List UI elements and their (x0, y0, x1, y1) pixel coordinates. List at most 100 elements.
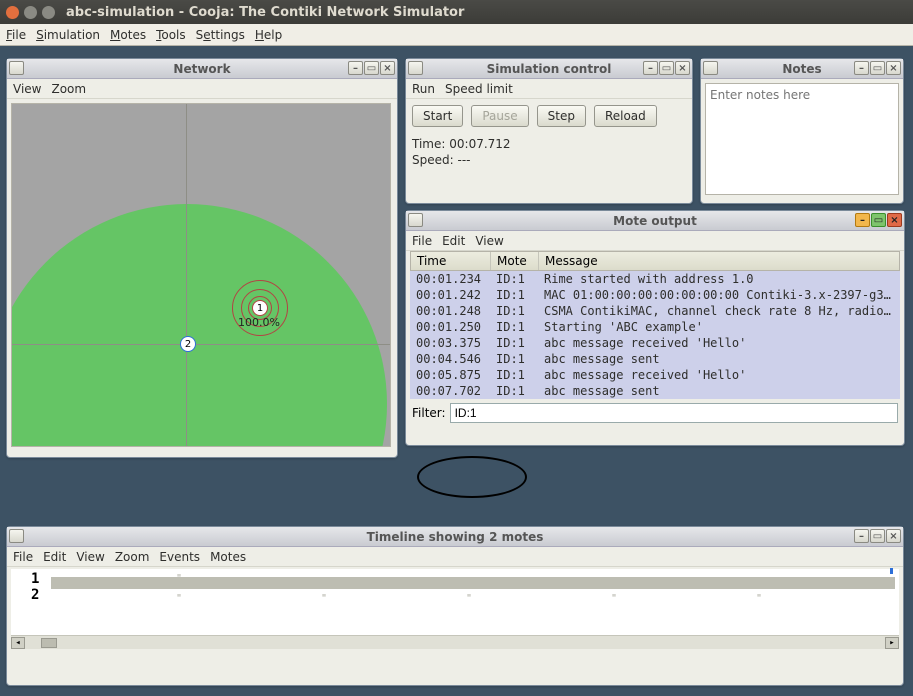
moteoutput-panel: Mote output – ▭ × File Edit View Time Mo… (405, 210, 905, 446)
menu-help[interactable]: Help (255, 28, 282, 42)
close-icon[interactable]: × (675, 61, 690, 75)
timeline-canvas[interactable]: 1 2 " " " " " " ◂ ▸ (11, 569, 899, 649)
speed-label: Speed: (412, 153, 454, 167)
close-icon[interactable]: × (886, 61, 901, 75)
menu-edit[interactable]: Edit (442, 234, 465, 248)
menu-run[interactable]: Run (412, 82, 435, 96)
menu-edit[interactable]: Edit (43, 550, 66, 564)
maximize-icon[interactable]: ▭ (871, 213, 886, 227)
link-quality-label: 100.0% (238, 316, 280, 329)
mote-2[interactable]: 2 (180, 336, 196, 352)
menu-motes[interactable]: Motes (110, 28, 146, 42)
filter-label: Filter: (412, 406, 446, 420)
minimize-icon[interactable]: – (643, 61, 658, 75)
menu-file[interactable]: File (412, 234, 432, 248)
menu-tools[interactable]: Tools (156, 28, 186, 42)
log-time: 00:01.234 (416, 271, 496, 287)
log-row[interactable]: 00:01.242ID:1MAC 01:00:00:00:00:00:00:00… (410, 287, 900, 303)
start-button[interactable]: Start (412, 105, 463, 127)
log-time: 00:01.248 (416, 303, 496, 319)
log-message: abc message received 'Hello' (544, 335, 894, 351)
log-row[interactable]: 00:07.702ID:1abc message sent (410, 383, 900, 399)
col-message[interactable]: Message (539, 252, 899, 270)
minimize-icon[interactable]: – (854, 61, 869, 75)
maximize-icon[interactable]: ▭ (659, 61, 674, 75)
log-time: 00:03.375 (416, 335, 496, 351)
timeline-panel: Timeline showing 2 motes – ▭ × File Edit… (6, 526, 904, 686)
log-mote: ID:1 (496, 271, 544, 287)
col-time[interactable]: Time (411, 252, 491, 270)
tick-icon: " (321, 593, 327, 604)
moteoutput-header: Time Mote Message (410, 251, 900, 271)
log-row[interactable]: 00:03.375ID:1abc message received 'Hello… (410, 335, 900, 351)
menu-motes[interactable]: Motes (210, 550, 246, 564)
maximize-icon[interactable] (42, 6, 55, 19)
log-row[interactable]: 00:01.248ID:1CSMA ContikiMAC, channel ch… (410, 303, 900, 319)
tick-icon: " (466, 593, 472, 604)
menu-view[interactable]: View (13, 82, 41, 96)
time-value: 00:07.712 (449, 137, 510, 151)
timeline-menubar: File Edit View Zoom Events Motes (7, 547, 903, 567)
log-row[interactable]: 00:01.234ID:1Rime started with address 1… (410, 271, 900, 287)
system-menu-icon[interactable] (703, 61, 718, 75)
moteoutput-menubar: File Edit View (406, 231, 904, 251)
close-icon[interactable]: × (887, 213, 902, 227)
log-message: MAC 01:00:00:00:00:00:00:00 Contiki-3.x-… (544, 287, 894, 303)
log-row[interactable]: 00:04.546ID:1abc message sent (410, 351, 900, 367)
scroll-right-icon[interactable]: ▸ (885, 637, 899, 649)
axis-horizontal (12, 344, 390, 345)
speed-value: --- (458, 153, 471, 167)
reload-button[interactable]: Reload (594, 105, 657, 127)
col-mote[interactable]: Mote (491, 252, 539, 270)
menu-speedlimit[interactable]: Speed limit (445, 82, 513, 96)
menu-file[interactable]: File (13, 550, 33, 564)
log-message: abc message sent (544, 351, 894, 367)
notes-textarea[interactable] (705, 83, 899, 195)
simcontrol-menubar: Run Speed limit (406, 79, 692, 99)
log-time: 00:01.242 (416, 287, 496, 303)
log-time: 00:05.875 (416, 367, 496, 383)
scroll-left-icon[interactable]: ◂ (11, 637, 25, 649)
maximize-icon[interactable]: ▭ (870, 529, 885, 543)
log-row[interactable]: 00:05.875ID:1abc message received 'Hello… (410, 367, 900, 383)
minimize-icon[interactable]: – (348, 61, 363, 75)
minimize-icon[interactable]: – (855, 213, 870, 227)
step-button[interactable]: Step (537, 105, 586, 127)
network-canvas[interactable]: 1 2 100.0% (11, 103, 391, 447)
system-menu-icon[interactable] (9, 529, 24, 543)
menu-zoom[interactable]: Zoom (51, 82, 86, 96)
main-menubar: File Simulation Motes Tools Settings Hel… (0, 24, 913, 46)
scroll-thumb[interactable] (41, 638, 57, 648)
log-message: abc message received 'Hello' (544, 367, 894, 383)
close-icon[interactable]: × (886, 529, 901, 543)
log-mote: ID:1 (496, 367, 544, 383)
maximize-icon[interactable]: ▭ (870, 61, 885, 75)
timeline-scrollbar[interactable]: ◂ ▸ (11, 635, 899, 649)
moteoutput-rows[interactable]: 00:01.234ID:1Rime started with address 1… (410, 271, 900, 399)
menu-zoom[interactable]: Zoom (115, 550, 150, 564)
system-menu-icon[interactable] (408, 213, 423, 227)
log-time: 00:07.702 (416, 383, 496, 399)
menu-view[interactable]: View (475, 234, 503, 248)
menu-events[interactable]: Events (159, 550, 200, 564)
minimize-icon[interactable] (24, 6, 37, 19)
system-menu-icon[interactable] (408, 61, 423, 75)
log-row[interactable]: 00:01.250ID:1Starting 'ABC example' (410, 319, 900, 335)
close-icon[interactable] (6, 6, 19, 19)
timeline-row-1: 1 (31, 571, 39, 587)
log-mote: ID:1 (496, 335, 544, 351)
system-menu-icon[interactable] (9, 61, 24, 75)
simcontrol-title: Simulation control (487, 62, 612, 76)
menu-view[interactable]: View (76, 550, 104, 564)
maximize-icon[interactable]: ▭ (364, 61, 379, 75)
close-icon[interactable]: × (380, 61, 395, 75)
log-message: Rime started with address 1.0 (544, 271, 894, 287)
menu-settings[interactable]: Settings (196, 28, 245, 42)
menu-file[interactable]: File (6, 28, 26, 42)
minimize-icon[interactable]: – (854, 529, 869, 543)
menu-simulation[interactable]: Simulation (36, 28, 100, 42)
filter-input[interactable] (450, 403, 898, 423)
mote-1[interactable]: 1 (252, 300, 268, 316)
log-time: 00:04.546 (416, 351, 496, 367)
tick-icon: " (176, 573, 182, 584)
